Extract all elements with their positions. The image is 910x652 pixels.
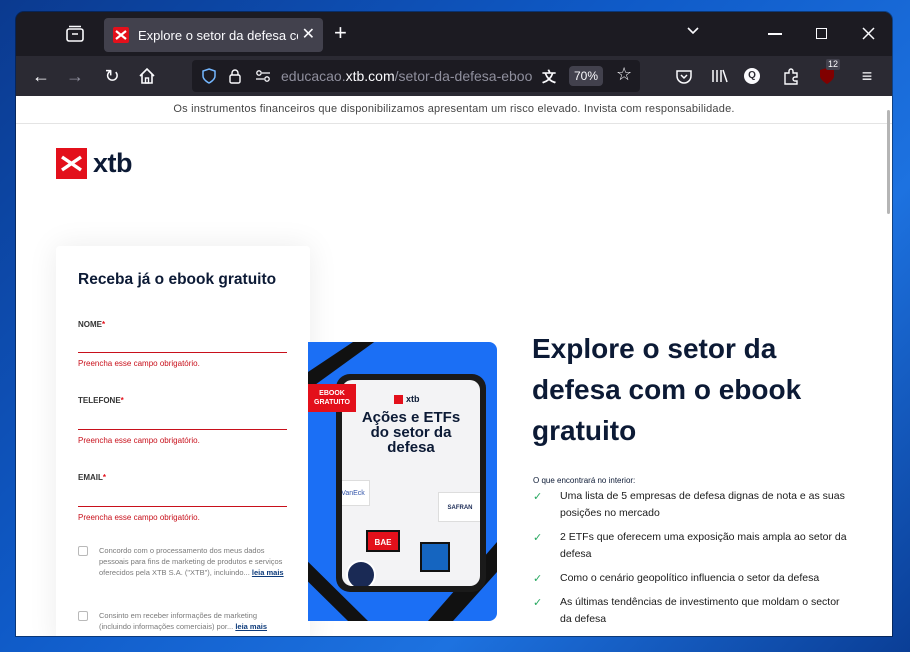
tablet-mockup: xtb Ações e ETFs do setor da defesa VanE… (336, 374, 486, 592)
url-text[interactable]: educacao.xtb.com/setor-da-defesa-ebook (281, 68, 533, 84)
ebook-xtb-mark-icon (394, 394, 403, 404)
check-icon: ✓ (533, 597, 543, 609)
ebook-free-badge: EBOOK GRATUITO (308, 384, 356, 412)
account-avatar-icon[interactable]: Q (744, 68, 760, 84)
tab-title: Explore o setor da defesa com o (138, 27, 298, 43)
pocket-icon[interactable] (673, 65, 695, 87)
vaneck-logo-tile: VanEck (342, 480, 370, 506)
tab-overview-icon[interactable] (64, 24, 86, 44)
lock-icon[interactable] (228, 68, 242, 84)
marketing-consent-checkbox[interactable] (78, 546, 88, 556)
browser-window: Explore o setor da defesa com o ✕ + ← → … (16, 12, 892, 636)
ebook-signup-form: Receba já o ebook gratuito NOME* Preench… (56, 246, 310, 636)
email-label: EMAIL* (78, 473, 107, 482)
phone-label: TELEFONE* (78, 396, 124, 405)
forward-arrow-icon[interactable]: → (64, 65, 86, 87)
translate-icon[interactable]: 文 (542, 67, 560, 85)
check-icon: ✓ (533, 491, 543, 503)
info-read-more-link[interactable]: leia mais (235, 622, 267, 631)
list-item: ✓ Como o cenário geopolítico influencia o… (533, 570, 853, 587)
tab-close-icon[interactable]: ✕ (302, 26, 315, 44)
active-tab[interactable]: Explore o setor da defesa com o ✕ (104, 18, 323, 52)
address-bar[interactable]: educacao.xtb.com/setor-da-defesa-ebook 文… (192, 60, 640, 92)
extensions-puzzle-icon[interactable] (780, 65, 802, 87)
tablet-screen: xtb Ações e ETFs do setor da defesa VanE… (342, 380, 480, 586)
xtb-logo[interactable]: xtb (56, 148, 133, 179)
list-all-tabs-chevron-icon[interactable] (686, 24, 700, 38)
check-icon: ✓ (533, 532, 543, 544)
marketing-consent-text: Concordo com o processamento dos meus da… (99, 546, 284, 577)
marketing-info-checkbox[interactable] (78, 611, 88, 621)
ublock-count-badge: 12 (826, 59, 841, 70)
blue-logo-tile (420, 542, 450, 572)
star-logo-tile (346, 560, 376, 586)
library-icon[interactable] (708, 65, 730, 87)
list-item: ✓ 2 ETFs que oferecem uma exposição mais … (533, 531, 847, 560)
email-input-underline (78, 506, 287, 507)
ublock-origin-icon[interactable]: 12 (816, 59, 841, 87)
phone-input-underline (78, 429, 287, 430)
maximize-icon[interactable] (816, 28, 827, 39)
consent-read-more-link[interactable]: leia mais (252, 568, 284, 577)
back-arrow-icon[interactable]: ← (30, 65, 52, 87)
email-input[interactable] (78, 484, 287, 506)
list-item: ✓ Uma lista de 5 empresas de defesa digna… (533, 490, 845, 519)
risk-warning-banner: Os instrumentos financeiros que disponib… (16, 96, 892, 124)
xtb-logo-text: xtb (93, 148, 133, 178)
tab-bar: Explore o setor da defesa com o ✕ + (16, 12, 892, 56)
navigation-toolbar: ← → ↻ educacao.xtb.com/setor-da-defesa-e… (16, 56, 892, 96)
name-input-underline (78, 352, 287, 353)
benefit-list: ✓ Uma lista de 5 empresas de defesa digna… (533, 488, 853, 635)
phone-input[interactable] (78, 407, 287, 429)
tracking-protection-shield-icon[interactable] (201, 68, 217, 84)
xtb-logo-mark-icon (56, 148, 87, 179)
xtb-favicon-icon (113, 27, 129, 43)
name-error: Preencha esse campo obrigatório. (78, 359, 200, 368)
reload-icon[interactable]: ↻ (101, 65, 123, 87)
minimize-icon[interactable] (768, 33, 782, 35)
home-icon[interactable] (136, 65, 158, 87)
site-permissions-icon[interactable] (255, 69, 271, 83)
bae-logo-tile: BAE (366, 530, 400, 552)
list-item: ✓ As últimas tendências de investimento q… (533, 596, 840, 625)
hero-title: Explore o setor da defesa com o ebook gr… (532, 333, 802, 446)
marketing-info-text: Consinto em receber informações de marke… (99, 611, 268, 631)
ebook-xtb-logo: xtb (394, 394, 420, 404)
bookmark-star-icon[interactable]: ☆ (616, 64, 632, 85)
safran-logo-tile: SAFRAN (438, 492, 480, 522)
phone-error: Preencha esse campo obrigatório. (78, 436, 200, 445)
page-scrollbar[interactable] (887, 110, 890, 214)
webpage: Os instrumentos financeiros que disponib… (16, 96, 892, 636)
form-title: Receba já o ebook gratuito (78, 271, 277, 288)
zoom-level-badge[interactable]: 70% (569, 66, 603, 86)
ebook-title: Ações e ETFs do setor da defesa (361, 409, 461, 456)
url-domain: xtb.com (345, 68, 395, 84)
url-prefix: educacao. (281, 68, 346, 84)
hamburger-menu-icon[interactable]: ≡ (856, 65, 878, 87)
email-error: Preencha esse campo obrigatório. (78, 513, 200, 522)
url-path: /setor-da-defesa-ebook (394, 68, 533, 84)
hero-subtitle: O que encontrará no interior: (533, 476, 636, 485)
name-label: NOME* (78, 320, 106, 329)
new-tab-plus-icon[interactable]: + (334, 22, 347, 44)
ebook-cover-image: xtb Ações e ETFs do setor da defesa VanE… (308, 342, 497, 621)
check-icon: ✓ (533, 573, 543, 585)
close-window-icon[interactable] (862, 27, 875, 40)
name-input[interactable] (78, 330, 287, 352)
